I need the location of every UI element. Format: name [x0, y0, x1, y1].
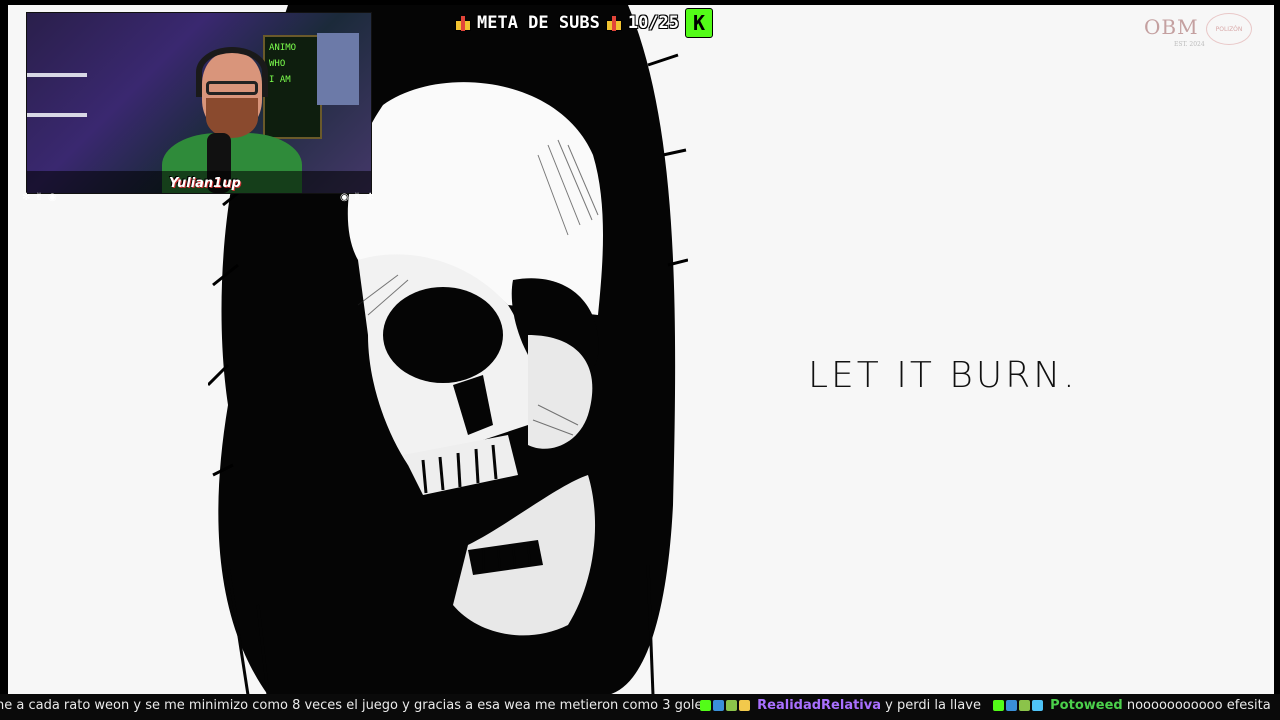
chat-message: RealidadRelativa y perdi la llave [700, 698, 981, 713]
sub-goal-progress: 10/25 [627, 13, 680, 33]
gift-icon [455, 15, 471, 31]
chat-ticker: he a cada rato weon y se me minimizo com… [0, 694, 1280, 720]
peace-icon: ✌ [353, 192, 362, 203]
chat-username: RealidadRelativa [757, 698, 882, 713]
chat-message: he a cada rato weon y se me minimizo com… [0, 698, 709, 713]
kick-badge-icon [993, 700, 1004, 711]
logo-text: OBM [1144, 15, 1199, 39]
shelf [27, 113, 87, 117]
logo-badge: POLIZÓN [1206, 13, 1252, 45]
leaf-icon: ✻ [22, 192, 31, 203]
chat-text: he a cada rato weon y se me minimizo com… [0, 698, 710, 713]
sub-goal-label: META DE SUBS [477, 13, 600, 33]
webcam-feed: ANIMO WHO I AM Yulian1up [26, 12, 372, 194]
shelf [27, 73, 87, 77]
sub-badge-icon [1019, 700, 1030, 711]
gem-badge-icon [1032, 700, 1043, 711]
neon-line: ANIMO [269, 43, 297, 53]
gamepad-icon: ◉ [340, 192, 349, 203]
kick-badge-icon [700, 700, 711, 711]
sub-goal-overlay: META DE SUBS 10/25 K [455, 8, 714, 38]
sub-badge-icon [726, 700, 737, 711]
wall-poster [317, 33, 359, 105]
game-tagline: LET IT BURN. [808, 355, 1078, 396]
leaf-icon: ✻ [366, 192, 375, 203]
user-badges [700, 700, 750, 711]
chat-username: Potoweed [1050, 698, 1123, 713]
chat-text: y perdi la llave [885, 698, 981, 713]
gamepad-icon: ◉ [48, 192, 57, 203]
studio-logo: OBM EST. 2024 POLIZÓN [1144, 13, 1254, 55]
gift-icon [605, 15, 622, 31]
webcam-icons-left: ✻ ✌ ◉ [22, 193, 58, 203]
verified-badge-icon [1006, 700, 1017, 711]
chat-message: Potoweed nooooooooooo efesita [993, 698, 1271, 713]
chat-text: nooooooooooo efesita [1126, 698, 1271, 713]
verified-badge-icon [713, 700, 724, 711]
user-badges [993, 700, 1043, 711]
logo-subtext: EST. 2024 [1174, 41, 1205, 48]
crown-badge-icon [739, 700, 750, 711]
peace-icon: ✌ [35, 192, 44, 203]
kick-logo-icon: K [685, 8, 714, 38]
streamer-name: Yulian1up [169, 176, 241, 191]
webcam-icons-right: ◉ ✌ ✻ [340, 193, 376, 203]
